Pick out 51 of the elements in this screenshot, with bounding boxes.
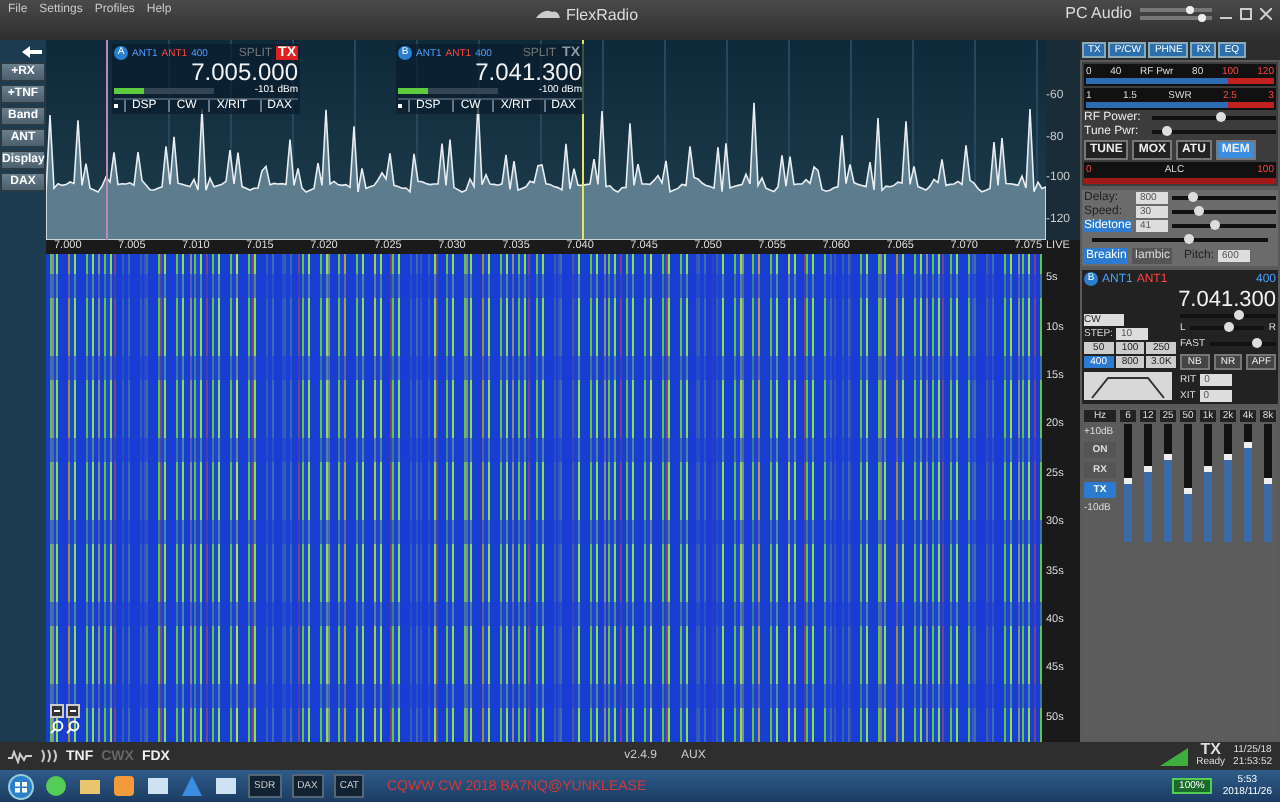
sound-wave-icon[interactable]: [40, 748, 58, 764]
eq-slider[interactable]: [1204, 424, 1212, 542]
start-button-icon[interactable]: [8, 773, 34, 799]
slider-thumb[interactable]: [1184, 234, 1195, 244]
zoom-icon[interactable]: [50, 704, 64, 718]
eq-slider[interactable]: [1164, 424, 1172, 542]
globe-icon[interactable]: [44, 774, 68, 798]
eq-slider[interactable]: [1224, 424, 1232, 542]
maximize-icon[interactable]: [1240, 7, 1252, 19]
slider-thumb[interactable]: [1186, 5, 1195, 13]
frequency-display[interactable]: 7.041.300: [398, 60, 582, 84]
window-title: FlexRadio: [566, 6, 639, 24]
slider-thumb[interactable]: [1216, 112, 1227, 122]
eq-slider-fill[interactable]: [1164, 453, 1172, 542]
passband-curve: [1091, 377, 1165, 399]
close-icon[interactable]: [1260, 7, 1272, 19]
slider-thumb[interactable]: [1251, 338, 1262, 348]
eq-slider[interactable]: [1144, 424, 1152, 542]
eq-slider[interactable]: [1184, 424, 1192, 542]
eq-slider-fill[interactable]: [1124, 477, 1132, 542]
eq-slider-fill[interactable]: [1224, 453, 1232, 542]
logo-icon: [536, 8, 560, 22]
magnifier-icon[interactable]: [66, 720, 80, 734]
eq-slider-fill[interactable]: [1204, 465, 1212, 542]
zoom-icon[interactable]: [66, 704, 80, 718]
slider-thumb[interactable]: [1197, 13, 1206, 21]
slider-thumb[interactable]: [1233, 310, 1244, 320]
frequency-display[interactable]: 7.041.300: [1084, 288, 1276, 312]
slider-thumb[interactable]: [1209, 220, 1220, 230]
eq-slider[interactable]: [1124, 424, 1132, 542]
slice-marker-line[interactable]: [106, 40, 108, 240]
eq-slider[interactable]: [1264, 424, 1272, 542]
slider-thumb[interactable]: [1188, 192, 1199, 202]
slider-thumb[interactable]: [1162, 126, 1173, 136]
window-icon[interactable]: [214, 774, 238, 798]
waveform-icon[interactable]: [8, 749, 32, 763]
slider-thumb[interactable]: [1194, 206, 1204, 216]
tx-status-label: TX: [1200, 744, 1221, 756]
magnifier-icon[interactable]: [50, 720, 64, 734]
audio-label: PC Audio: [1065, 4, 1132, 22]
app-icon[interactable]: [180, 774, 204, 798]
folder-icon[interactable]: [78, 774, 102, 798]
app-icon[interactable]: [112, 774, 136, 798]
slider-thumb[interactable]: [1223, 322, 1234, 332]
eq-slider-fill[interactable]: [1144, 465, 1152, 542]
eq-slider-fill[interactable]: [1184, 488, 1192, 542]
frequency-display[interactable]: 7.005.000: [114, 60, 298, 84]
arrow-icon[interactable]: [22, 46, 42, 58]
eq-slider-fill[interactable]: [1264, 477, 1272, 542]
signal-strength-icon: [1160, 747, 1189, 765]
window-icon[interactable]: [146, 774, 170, 798]
